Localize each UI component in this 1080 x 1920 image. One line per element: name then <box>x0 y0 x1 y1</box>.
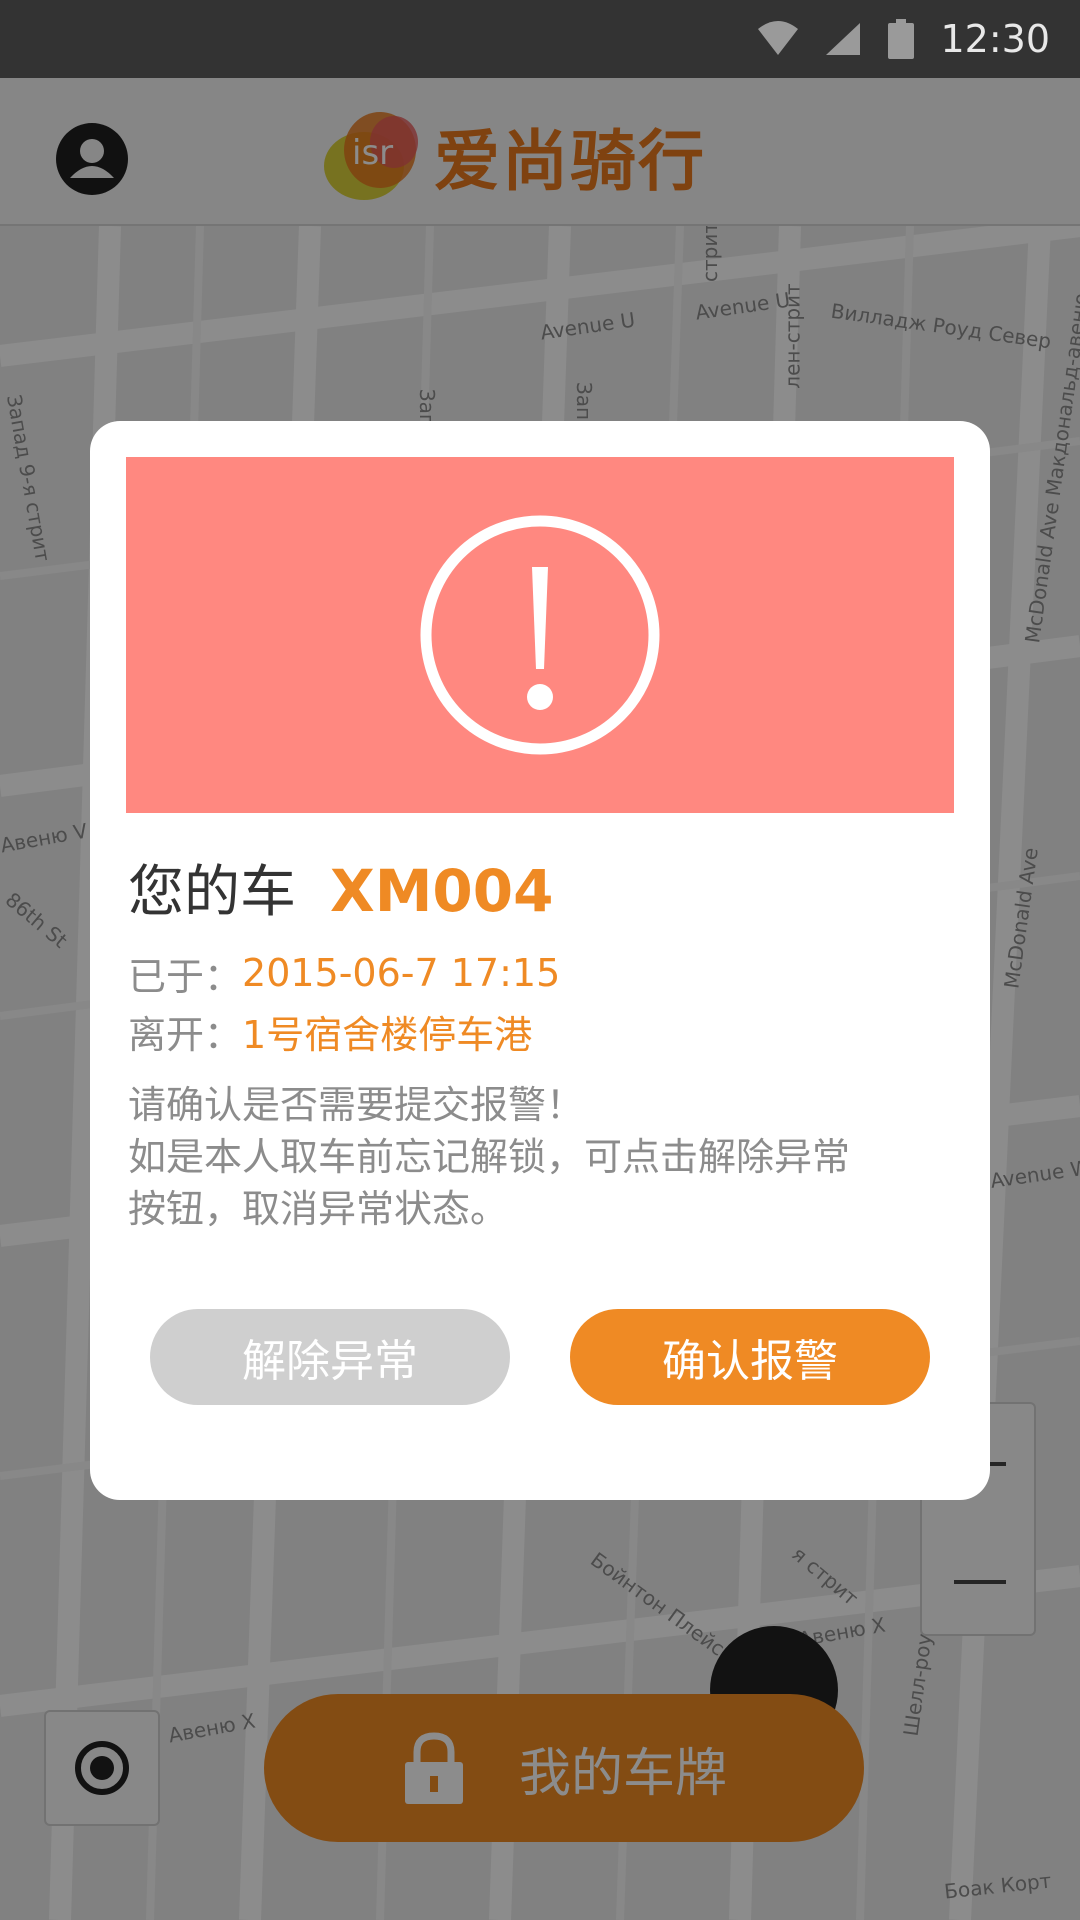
alert-message-line: 请确认是否需要提交报警！ <box>128 1083 585 1127</box>
alert-message-line: 按钮，取消异常状态。 <box>128 1187 509 1231</box>
status-icons: 12:30 <box>758 0 1050 78</box>
vehicle-id: XM004 <box>330 857 554 925</box>
battery-icon <box>888 19 915 59</box>
status-bar: 12:30 <box>0 0 1080 78</box>
alert-dialog: 您的车 XM004 已于： 2015-06-7 17:15 离开： 1号宿舍楼停… <box>90 421 990 1500</box>
location-label: 离开： <box>128 1012 243 1057</box>
status-time: 12:30 <box>940 17 1050 61</box>
time-label: 已于： <box>128 954 243 999</box>
alert-banner <box>126 457 954 813</box>
warning-icon <box>420 515 660 755</box>
alert-message-line: 如是本人取车前忘记解锁，可点击解除异常 <box>128 1135 851 1179</box>
confirm-alarm-button[interactable]: 确认报警 <box>570 1309 930 1405</box>
time-line: 已于： 2015-06-7 17:15 <box>128 948 561 999</box>
dismiss-anomaly-button[interactable]: 解除异常 <box>150 1309 510 1405</box>
location-value: 1号宿舍楼停车港 <box>242 1012 533 1057</box>
location-line: 离开： 1号宿舍楼停车港 <box>128 1006 533 1057</box>
vehicle-line: 您的车 XM004 <box>128 847 554 925</box>
wifi-icon <box>758 21 799 55</box>
vehicle-prefix: 您的车 <box>128 860 296 925</box>
time-value: 2015-06-7 17:15 <box>242 951 561 995</box>
alert-message: 请确认是否需要提交报警！ 如是本人取车前忘记解锁，可点击解除异常 按钮，取消异常… <box>128 1079 958 1235</box>
signal-icon <box>826 23 861 55</box>
